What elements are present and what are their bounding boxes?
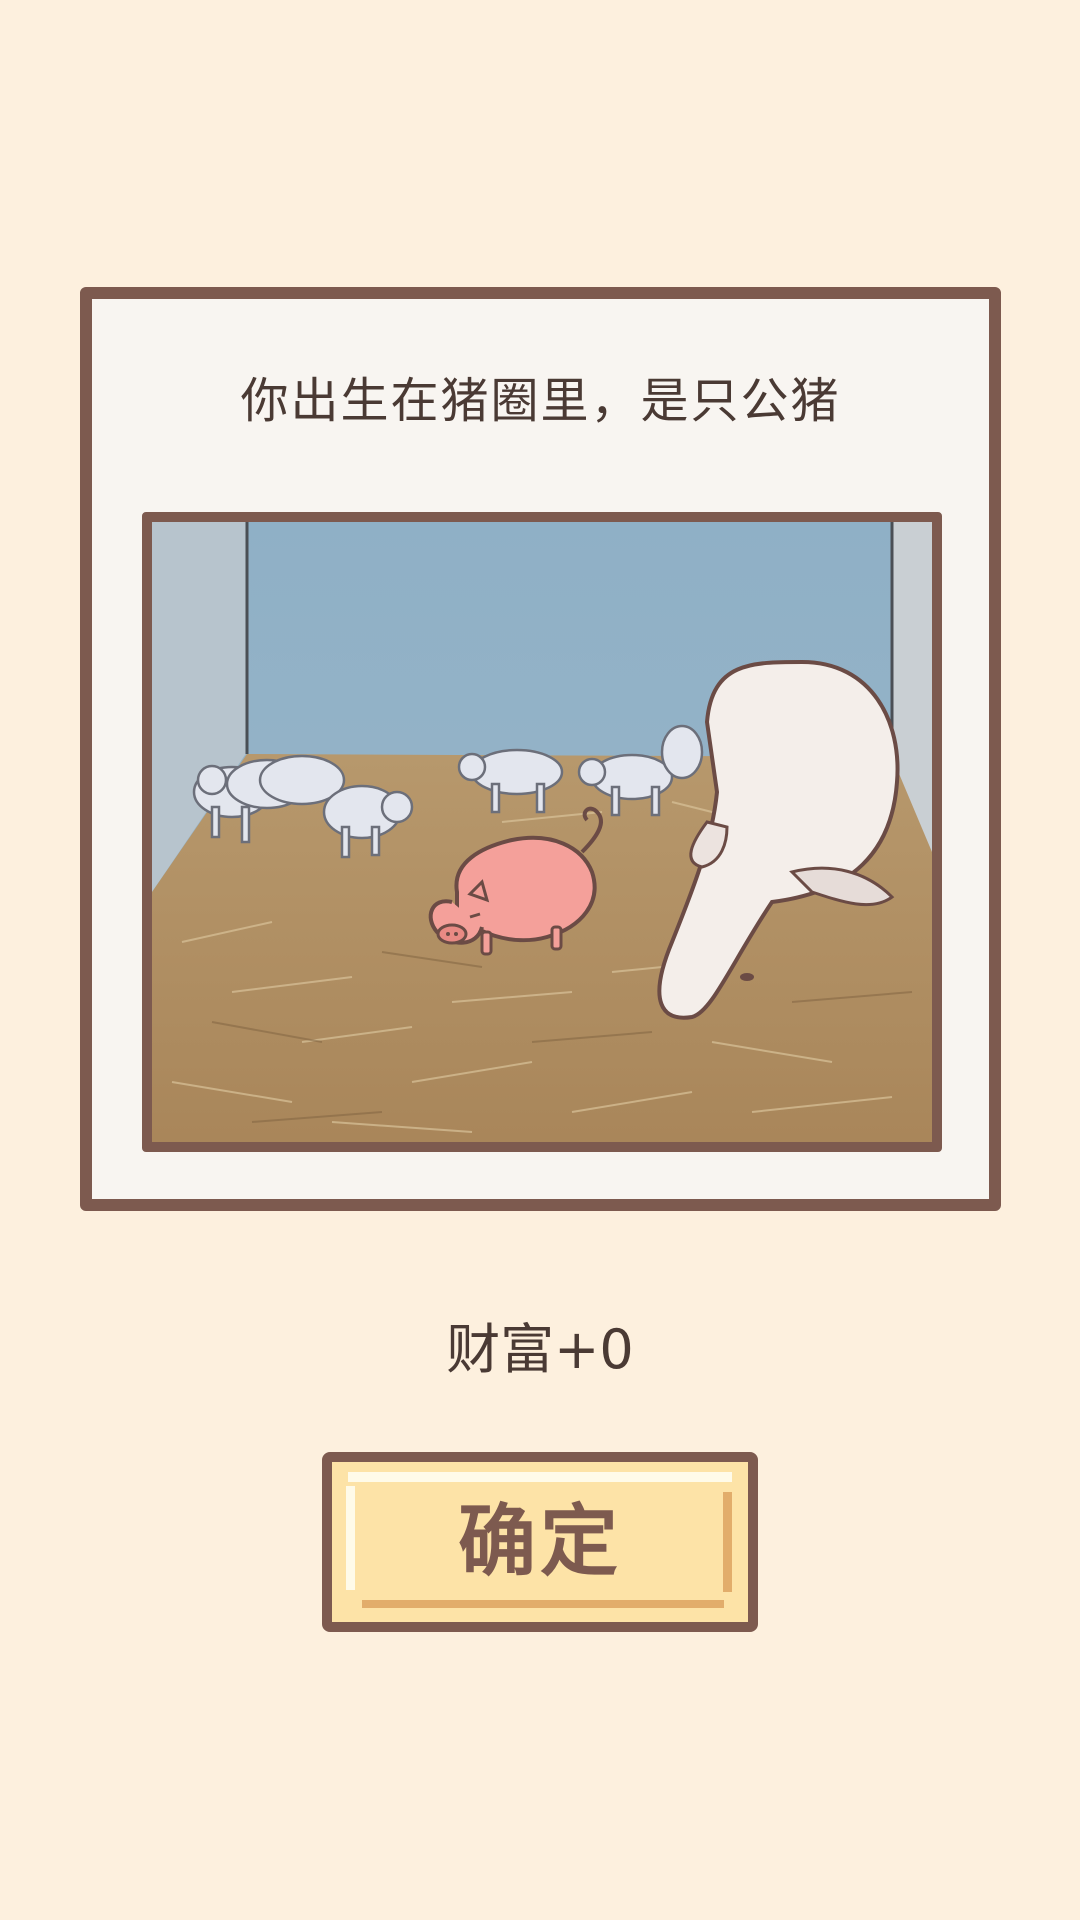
event-message: 你出生在猪圈里，是只公猪 <box>240 373 841 429</box>
scene-image <box>142 512 942 1152</box>
pigpen-illustration <box>152 522 932 1142</box>
wealth-change: 财富+0 <box>446 1318 634 1381</box>
confirm-button-label: 确定 <box>457 1497 622 1587</box>
event-screen: 你出生在猪圈里，是只公猪 财富+0 确定 <box>0 0 1080 1920</box>
event-card: 你出生在猪圈里，是只公猪 <box>80 287 1001 1211</box>
confirm-button[interactable]: 确定 <box>322 1452 758 1632</box>
